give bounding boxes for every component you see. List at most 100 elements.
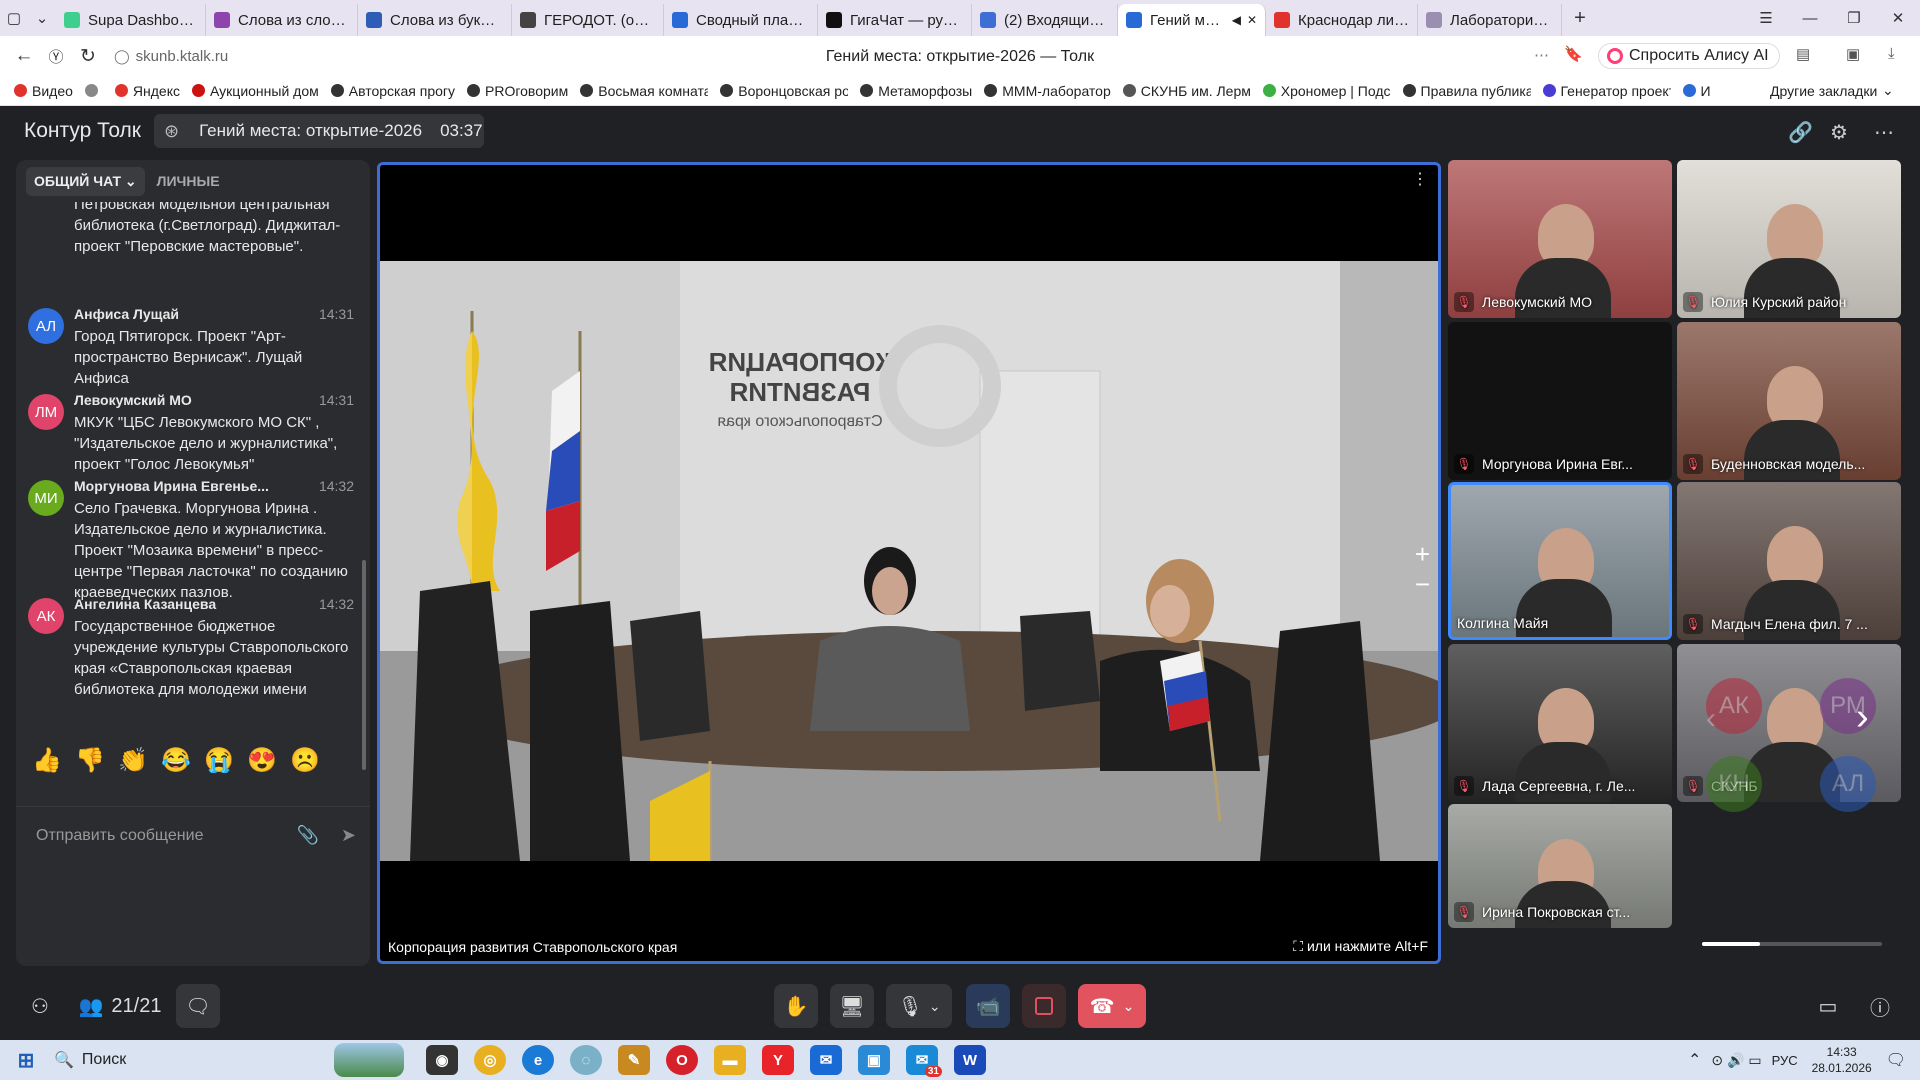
close-tab-icon[interactable]: ✕ bbox=[1247, 13, 1257, 27]
search-box[interactable]: 🔍 Поиск bbox=[54, 1045, 334, 1075]
other-bookmarks[interactable]: Другие закладки bbox=[1770, 83, 1877, 99]
emoji-button[interactable]: 👎 bbox=[75, 746, 105, 775]
app-icon[interactable]: ✎ bbox=[618, 1045, 650, 1075]
layout-icon[interactable]: ▭ bbox=[1808, 984, 1848, 1028]
shapes-icon[interactable]: ⚇ bbox=[20, 984, 60, 1028]
participant-tile[interactable]: 🎙 Юлия Курский район bbox=[1677, 160, 1901, 318]
bookmark-item[interactable]: PROговорим bbox=[467, 83, 568, 99]
chat-scrollbar[interactable] bbox=[362, 560, 366, 770]
avatar[interactable]: МИ bbox=[28, 480, 64, 516]
raise-hand-button[interactable]: ✋ bbox=[774, 984, 818, 1028]
url-field[interactable]: skunb.ktalk.ru bbox=[136, 48, 229, 65]
tab-4[interactable]: ГЕРОДОТ. (ок. 48 bbox=[512, 4, 664, 36]
participant-tile[interactable]: 🎙 Буденновская модель... bbox=[1677, 322, 1901, 480]
emoji-button[interactable]: ☹️ bbox=[290, 746, 320, 775]
minimize-button[interactable]: — bbox=[1788, 10, 1832, 27]
tab-6[interactable]: ГигаЧат — русско bbox=[818, 4, 972, 36]
notification-icon[interactable]: 🗨 bbox=[1886, 1050, 1906, 1070]
app-icon[interactable]: ◉ bbox=[426, 1045, 458, 1075]
screen-share-button[interactable]: 🖥 bbox=[830, 984, 874, 1028]
yandex-browser-icon[interactable]: Y bbox=[762, 1045, 794, 1075]
bookmark-item[interactable] bbox=[84, 84, 103, 97]
participant-tile[interactable]: Колгина Майя bbox=[1448, 482, 1672, 640]
tab-7[interactable]: (2) Входящие - По bbox=[972, 4, 1118, 36]
bookmark-item[interactable]: Хрономер | Подс bbox=[1262, 83, 1391, 99]
bookmark-item[interactable]: Метаморфозы bbox=[860, 83, 972, 99]
bookmark-item[interactable]: Воронцовская ро bbox=[720, 83, 848, 99]
bookmark-item[interactable]: Яндекс bbox=[114, 83, 180, 99]
gear-icon[interactable]: ⚙ bbox=[1830, 120, 1848, 145]
zoom-in-icon[interactable]: + bbox=[1415, 539, 1430, 569]
chevron-down-icon[interactable]: ⌄ bbox=[929, 998, 941, 1015]
new-tab-button[interactable]: + bbox=[1566, 4, 1594, 32]
more-icon[interactable]: ⋯ bbox=[1534, 46, 1549, 64]
yandex-icon[interactable]: Ⓨ bbox=[40, 46, 72, 67]
bookmark-item[interactable]: Видео bbox=[14, 83, 73, 99]
bookmark-item[interactable]: МММ-лаборатор bbox=[984, 83, 1111, 99]
participant-tile[interactable]: 🎙 Ирина Покровская ст... bbox=[1448, 804, 1672, 928]
audio-icon[interactable]: ◀ bbox=[1232, 13, 1241, 27]
chevron-right-icon[interactable]: › bbox=[1856, 696, 1869, 739]
record-button[interactable] bbox=[1022, 984, 1066, 1028]
back-icon[interactable]: ← bbox=[8, 45, 40, 67]
bookmark-item[interactable]: Авторская прогу bbox=[330, 83, 455, 99]
more-icon[interactable]: ⋯ bbox=[1874, 120, 1894, 145]
main-video[interactable]: ⋮ КОРПОРАЦИЯ РАЗВИТИЯ Ставропольского кр… bbox=[377, 162, 1441, 964]
opera-icon[interactable]: O bbox=[666, 1045, 698, 1075]
emoji-button[interactable]: 😍 bbox=[247, 746, 277, 775]
reload-icon[interactable]: ↻ bbox=[72, 45, 104, 68]
emoji-button[interactable]: 😭 bbox=[204, 746, 234, 775]
app-icon[interactable]: ◌ bbox=[570, 1045, 602, 1075]
participant-tile[interactable]: 🎙 Моргунова Ирина Евг... bbox=[1448, 322, 1672, 480]
message-list[interactable]: Петровская модельной центральная библиот… bbox=[16, 202, 370, 702]
more-icon[interactable]: ⋮ bbox=[1412, 169, 1428, 189]
microphone-button[interactable]: 🎙 ⌄ bbox=[886, 984, 952, 1028]
chrome-icon[interactable]: ◎ bbox=[474, 1045, 506, 1075]
message-input[interactable]: Отправить сообщение 📎 ➤ bbox=[16, 806, 370, 864]
camera-button[interactable]: 📹 bbox=[966, 984, 1010, 1028]
participant-avatar[interactable]: КН bbox=[1706, 756, 1762, 812]
participants-button[interactable]: 👥 21/21 bbox=[72, 984, 168, 1028]
tab-2[interactable]: Слова из слова (о bbox=[206, 4, 358, 36]
avatar[interactable]: АЛ bbox=[28, 308, 64, 344]
participant-tile[interactable]: 🎙 Лада Сергеевна, г. Ле... bbox=[1448, 644, 1672, 802]
chevron-down-icon[interactable]: ⌄ bbox=[1882, 82, 1894, 99]
tray-icons[interactable]: ⊙ 🔊 ▭ bbox=[1711, 1052, 1761, 1069]
avatar[interactable]: ЛМ bbox=[28, 394, 64, 430]
emoji-button[interactable]: 👏 bbox=[118, 746, 148, 775]
tab-general-chat[interactable]: ОБЩИЙ ЧАТ ⌄ bbox=[26, 166, 145, 196]
tab-9[interactable]: Краснодар литер bbox=[1266, 4, 1418, 36]
tab-8[interactable]: Гений места ◀ ✕ bbox=[1118, 4, 1266, 36]
restore-button[interactable]: ❐ bbox=[1832, 9, 1876, 27]
attach-icon[interactable]: 📎 bbox=[296, 825, 318, 846]
download-icon[interactable]: ⤓ bbox=[1888, 45, 1895, 62]
bookmark-item[interactable]: Аукционный дом bbox=[192, 83, 319, 99]
outlook-icon[interactable]: ✉ bbox=[810, 1045, 842, 1075]
edge-icon[interactable]: e bbox=[522, 1045, 554, 1075]
help-icon[interactable]: ⓘ bbox=[1860, 984, 1900, 1028]
chat-toggle-button[interactable]: 🗨 bbox=[176, 984, 220, 1028]
tab-list-icon[interactable]: ▢ bbox=[0, 4, 28, 32]
alice-button[interactable]: Спросить Алису AI bbox=[1598, 43, 1780, 69]
tab-private-chat[interactable]: ЛИЧНЫЕ bbox=[149, 167, 228, 195]
bookmark-item[interactable]: Генератор проект bbox=[1542, 83, 1671, 99]
chevron-down-icon[interactable]: ⌄ bbox=[1123, 998, 1135, 1015]
tray-chevron-icon[interactable]: ⌃ bbox=[1688, 1050, 1701, 1070]
folder-icon[interactable]: ▬ bbox=[714, 1045, 746, 1075]
clock[interactable]: 14:33 28.01.2026 bbox=[1812, 1044, 1872, 1076]
profile-icon[interactable]: ▣ bbox=[1846, 45, 1860, 63]
participant-avatar[interactable]: АЛ bbox=[1820, 756, 1876, 812]
app-icon[interactable]: ▣ bbox=[858, 1045, 890, 1075]
word-icon[interactable]: W bbox=[954, 1045, 986, 1075]
app-logo[interactable]: Контур Толк bbox=[24, 119, 141, 143]
mail-icon[interactable]: ✉ 31 bbox=[906, 1045, 942, 1077]
menu-icon[interactable]: ☰ bbox=[1744, 9, 1788, 27]
bookmark-item[interactable]: Восьмая комната bbox=[580, 83, 708, 99]
bookmark-item[interactable]: И bbox=[1682, 83, 1711, 99]
emoji-button[interactable]: 👍 bbox=[32, 746, 62, 775]
bookmark-icon[interactable]: 🔖 bbox=[1564, 45, 1583, 63]
chevron-down-icon[interactable]: ⌄ bbox=[28, 4, 56, 32]
collections-icon[interactable]: ▤ bbox=[1796, 45, 1810, 63]
send-icon[interactable]: ➤ bbox=[341, 825, 356, 846]
tab-5[interactable]: Сводный план ос bbox=[664, 4, 818, 36]
